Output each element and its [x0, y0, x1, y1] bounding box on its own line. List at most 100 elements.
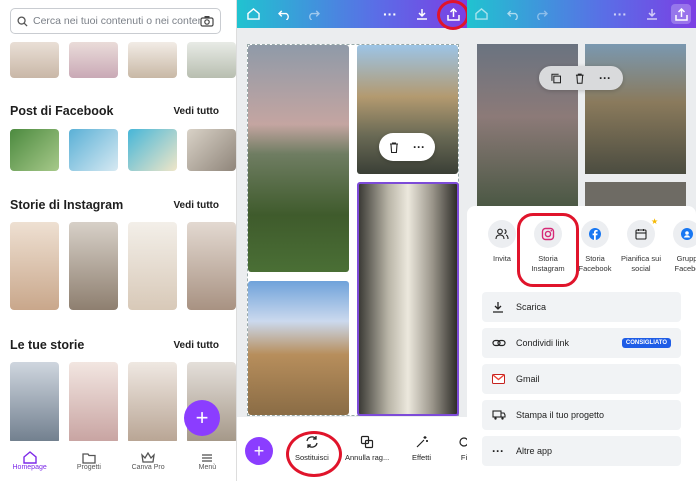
download-icon[interactable] — [642, 4, 662, 24]
section-title: Le tue storie — [10, 338, 85, 352]
tab-homepage[interactable]: Homepage — [2, 451, 57, 471]
see-all-link[interactable]: Vedi tutto — [173, 200, 219, 211]
link-icon — [492, 339, 506, 347]
home-icon[interactable] — [243, 4, 263, 24]
template-thumb[interactable] — [69, 129, 118, 171]
redo-icon[interactable] — [303, 4, 323, 24]
see-all-link[interactable]: Vedi tutto — [173, 340, 219, 351]
filter-icon — [459, 437, 467, 447]
trash-icon[interactable] — [575, 73, 585, 84]
home-icon[interactable] — [471, 4, 491, 24]
template-thumb[interactable] — [69, 222, 118, 310]
search-input[interactable]: Cerca nei tuoi contenuti o nei content — [33, 15, 200, 27]
photo-landscape[interactable] — [248, 45, 349, 272]
option-label: Stampa il tuo progetto — [516, 410, 605, 420]
top-templates-row — [10, 42, 236, 78]
tab-label: Canva Pro — [131, 463, 165, 471]
calendar-icon — [635, 229, 647, 240]
share-target-label: Pianifica sui social — [620, 254, 662, 273]
facebook-posts-row — [10, 129, 236, 171]
people-icon — [495, 228, 509, 240]
undo-icon[interactable] — [274, 4, 294, 24]
share-screen: ··· ··· Invita Storia Instagram Storia F… — [467, 0, 696, 481]
menu-icon — [202, 453, 213, 462]
option-label: Scarica — [516, 302, 547, 312]
photo-cave[interactable] — [357, 182, 459, 416]
bottom-tab-bar: Homepage Progetti Canva Pro Menù — [0, 441, 236, 481]
tool-ungroup[interactable]: Annulla rag... — [345, 435, 389, 462]
tool-filter[interactable]: Fi — [459, 435, 467, 462]
editor-bottom-bar: + Sostituisci Annulla rag... Effetti Fi — [237, 417, 467, 481]
section-title: Storie di Instagram — [10, 198, 124, 212]
effects-icon — [416, 436, 428, 448]
search-icon — [17, 15, 28, 27]
option-label: Gmail — [516, 374, 540, 384]
pro-crown-icon: ★ — [651, 217, 659, 226]
add-element-button[interactable]: + — [245, 437, 273, 465]
home-screen: Cerca nei tuoi contenuti o nei content P… — [0, 0, 237, 481]
share-sheet: Invita Storia Instagram Storia Facebook … — [467, 206, 696, 481]
highlight-circle — [286, 431, 342, 477]
option-print[interactable]: Stampa il tuo progetto — [482, 400, 681, 430]
option-gmail[interactable]: Gmail — [482, 364, 681, 394]
template-thumb[interactable] — [10, 362, 59, 444]
template-thumb[interactable] — [187, 129, 236, 171]
gmail-icon — [492, 374, 505, 384]
see-all-link[interactable]: Vedi tutto — [173, 106, 219, 117]
share-icon[interactable] — [671, 4, 691, 24]
create-design-button[interactable]: + — [184, 400, 220, 436]
template-thumb[interactable] — [128, 222, 177, 310]
more-options-icon: ··· — [492, 444, 504, 458]
option-download[interactable]: Scarica — [482, 292, 681, 322]
option-share-link[interactable]: Condividi link CONSIGLIATO — [482, 328, 681, 358]
instagram-stories-row — [10, 222, 236, 310]
photo-cave — [585, 182, 686, 206]
tool-effects[interactable]: Effetti — [412, 435, 431, 462]
copy-icon[interactable] — [551, 73, 562, 84]
template-thumb[interactable] — [10, 222, 59, 310]
more-options-icon[interactable]: ··· — [413, 140, 425, 154]
section-facebook-posts: Post di Facebook Vedi tutto — [10, 104, 219, 118]
share-target-label: Grupp Facebo — [674, 254, 696, 273]
share-target-facebook-story[interactable]: Storia Facebook — [573, 220, 617, 274]
photo-temple[interactable] — [248, 281, 349, 415]
template-thumb[interactable] — [128, 129, 177, 171]
share-target-schedule-social[interactable]: Pianifica sui social ★ — [619, 217, 663, 274]
more-options-icon[interactable]: ··· — [599, 71, 611, 85]
element-context-menu: ··· — [379, 133, 435, 161]
share-target-label: Storia Facebook — [578, 254, 612, 273]
camera-icon[interactable] — [200, 15, 214, 27]
tab-canva-pro[interactable]: Canva Pro — [121, 451, 176, 471]
template-thumb[interactable] — [10, 129, 59, 171]
template-thumb[interactable] — [69, 42, 118, 78]
highlight-circle — [517, 213, 579, 287]
editor-toolbar: ··· — [237, 0, 467, 28]
template-thumb[interactable] — [187, 42, 236, 78]
template-thumb[interactable] — [128, 42, 177, 78]
option-more-apps[interactable]: ··· Altre app — [482, 436, 681, 466]
tab-menu[interactable]: Menù — [180, 452, 235, 471]
section-your-stories: Le tue storie Vedi tutto — [10, 338, 219, 352]
template-thumb[interactable] — [128, 362, 177, 444]
download-icon[interactable] — [412, 4, 432, 24]
option-label: Condividi link — [516, 338, 570, 348]
template-thumb[interactable] — [69, 362, 118, 444]
template-thumb[interactable] — [187, 222, 236, 310]
editor-screen: ··· ··· + Sostituisci Annulla rag... Eff… — [237, 0, 467, 481]
share-target-label: Invita — [493, 254, 511, 263]
more-options-icon[interactable]: ··· — [380, 4, 400, 24]
share-target-facebook-group[interactable]: Grupp Facebo — [665, 220, 696, 274]
undo-icon[interactable] — [503, 4, 523, 24]
trash-icon[interactable] — [389, 141, 399, 153]
more-options-icon[interactable]: ··· — [610, 4, 630, 24]
search-bar[interactable]: Cerca nei tuoi contenuti o nei content — [10, 8, 221, 34]
section-instagram-stories: Storie di Instagram Vedi tutto — [10, 198, 219, 212]
highlight-circle — [437, 0, 467, 30]
template-thumb[interactable] — [10, 42, 59, 78]
truck-icon — [492, 410, 506, 420]
tool-label: Annulla rag... — [345, 453, 390, 462]
ungroup-icon — [360, 435, 374, 449]
facebook-group-icon — [681, 228, 693, 240]
tab-projects[interactable]: Progetti — [61, 452, 116, 471]
redo-icon[interactable] — [531, 4, 551, 24]
